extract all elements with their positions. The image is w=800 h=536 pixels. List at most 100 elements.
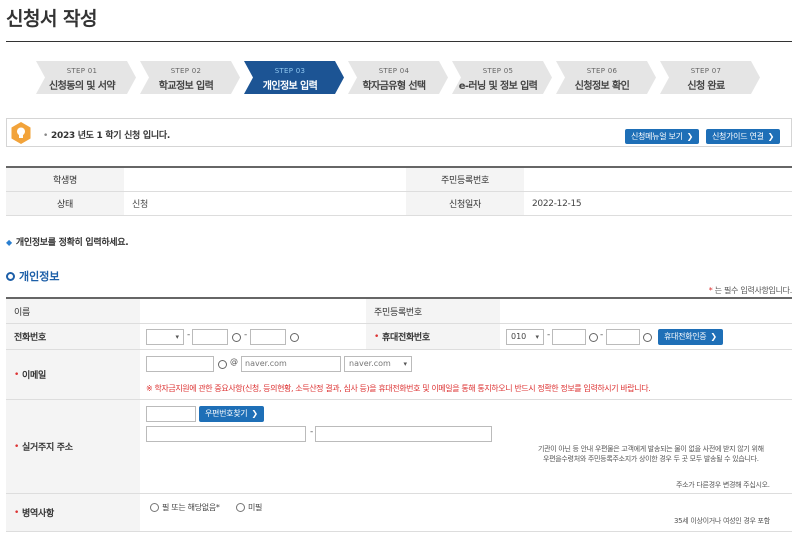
form-row-email: • 이메일 @ naver.com naver.com ▾ ※ 학자금지원에 관한 … [6, 350, 792, 400]
form-rrn-label: 주민등록번호 [366, 299, 500, 323]
rrn-label: 주민등록번호 [406, 168, 524, 191]
email-label: • 이메일 [6, 350, 140, 399]
dash-separator: - [310, 427, 314, 437]
email-domain-input[interactable]: naver.com [241, 356, 341, 372]
form-row-address: • 실거주지 주소 우편번호찾기 ❯ - 기관이 아닌 등 안내 우편물은 고객에게… [6, 400, 792, 494]
chevron-down-icon: ▾ [535, 333, 539, 341]
military-note: 35세 이상이거나 여성인 경우 포함 [674, 517, 770, 525]
mobile-prefix-value: 010 [511, 332, 527, 341]
phone-icon [232, 333, 241, 342]
required-dot: • [14, 369, 20, 380]
step-3-active: STEP 03 개인정보 입력 [244, 61, 344, 94]
email-id-input[interactable] [146, 356, 214, 372]
address-note-2: 우편을수령처와 주민등록주소지가 상이한 경우 두 곳 모두 발송될 수 있습니… [543, 455, 759, 463]
form-row-name: 이름 주민등록번호 [6, 299, 792, 324]
phone-label: 전화번호 [6, 324, 140, 349]
summary-row-1: 학생명 주민등록번호 [6, 168, 792, 192]
required-dot: • [14, 441, 20, 452]
lightbulb-icon [11, 122, 31, 144]
address-detail-input[interactable] [315, 426, 492, 442]
step-number: STEP 02 [170, 67, 202, 75]
required-note-text: 는 필수 입력사항입니다. [714, 286, 793, 295]
manual-view-button-label: 신청메뉴얼 보기 [631, 132, 683, 141]
email-domain-select[interactable]: naver.com ▾ [344, 356, 412, 372]
section-title-text: 개인정보 [19, 270, 60, 283]
chevron-right-icon: ❯ [686, 132, 694, 141]
step-label: 학자금유형 선택 [362, 81, 426, 92]
phone-last-input[interactable] [250, 329, 286, 345]
military-not-done-label: 미필 [248, 503, 263, 512]
dash-separator: - [187, 330, 191, 340]
address-base-input[interactable] [146, 426, 306, 442]
guide-link-button-label: 신청가이드 연결 [712, 132, 764, 141]
status-value: 신청 [132, 200, 148, 210]
apply-date-value: 2022-12-15 [532, 198, 582, 209]
form-row-military: • 병역사항 필 또는 해당없음* 미필 35세 이상이거나 여성인 경우 포함 [6, 494, 792, 532]
zipcode-search-button-label: 우편번호찾기 [205, 409, 248, 418]
chevron-down-icon: ▾ [403, 360, 407, 368]
zipcode-search-button[interactable]: 우편번호찾기 ❯ [199, 406, 264, 422]
form-row-phone: 전화번호 ▾ - - • 휴대전화번호 010 ▾ - - 휴대전화인증 ❯ [6, 324, 792, 350]
mobile-last-input[interactable] [606, 329, 640, 345]
apply-date-label: 신청일자 [406, 192, 524, 215]
step-label: 개인정보 입력 [262, 81, 318, 92]
step-number: STEP 07 [690, 67, 722, 75]
dash-separator: - [600, 330, 604, 340]
required-dot: • [374, 331, 380, 342]
mobile-label: • 휴대전화번호 [366, 324, 500, 349]
step-label: 신청 완료 [687, 81, 725, 92]
student-name-value [124, 168, 406, 191]
instruction-message: 개인정보를 정확히 입력하세요. [15, 238, 129, 248]
mobile-middle-input[interactable] [552, 329, 586, 345]
email-label-text: 이메일 [22, 371, 46, 381]
address-note-1: 기관이 아닌 등 안내 우편물은 고객에게 발송되는 물이 없을 사전에 받지 … [538, 445, 764, 453]
application-summary-table: 학생명 주민등록번호 상태 신청 신청일자 2022-12-15 [6, 166, 792, 216]
chevron-right-icon: ❯ [251, 409, 258, 418]
summary-row-2: 상태 신청 신청일자 2022-12-15 [6, 192, 792, 216]
zipcode-input[interactable] [146, 406, 196, 422]
step-7: STEP 07 신청 완료 [660, 61, 760, 94]
military-label-text: 병역사항 [22, 509, 54, 519]
personal-info-form: 이름 주민등록번호 전화번호 ▾ - - • 휴대전화번호 010 ▾ - - 휴대… [6, 297, 792, 532]
step-number: STEP 04 [378, 67, 410, 75]
instruction-text: ◆ 개인정보를 정확히 입력하세요. [6, 235, 129, 248]
phone-icon [218, 360, 227, 369]
step-label: 신청동의 및 서약 [49, 81, 116, 92]
address-label-text: 실거주지 주소 [22, 443, 73, 453]
semester-notice: • 2023 년도 1 학기 신청 입니다. 신청메뉴얼 보기 ❯ 신청가이드 연결… [6, 118, 792, 147]
guide-link-button[interactable]: 신청가이드 연결 ❯ [706, 129, 781, 144]
dash-separator: - [547, 330, 551, 340]
step-label: 학교정보 입력 [158, 81, 214, 92]
chevron-down-icon: ▾ [175, 333, 179, 341]
address-label: • 실거주지 주소 [6, 400, 140, 493]
phone-middle-input[interactable] [192, 329, 228, 345]
manual-view-button[interactable]: 신청메뉴얼 보기 ❯ [625, 129, 700, 144]
dash-separator: - [244, 330, 248, 340]
section-title: 개인정보 [6, 268, 59, 284]
military-label: • 병역사항 [6, 494, 140, 531]
ring-bullet-icon [6, 272, 15, 281]
diamond-bullet-icon: ◆ [6, 238, 12, 247]
notice-message: 2023 년도 1 학기 신청 입니다. [51, 131, 170, 141]
notice-text: • 2023 년도 1 학기 신청 입니다. [43, 131, 170, 141]
mobile-prefix-select[interactable]: 010 ▾ [506, 329, 544, 345]
email-warning: ※ 학자금지원에 관한 중요사항(신청, 등의현황, 소득산정 결과, 심사 등… [146, 384, 651, 393]
step-2: STEP 02 학교정보 입력 [140, 61, 240, 94]
military-done-radio[interactable] [150, 503, 159, 512]
phone-area-select[interactable]: ▾ [146, 329, 184, 345]
mobile-verify-button[interactable]: 휴대전화인증 ❯ [658, 329, 723, 345]
step-label: e-러닝 및 정보 입력 [458, 81, 538, 92]
phone-icon [290, 333, 299, 342]
status-label: 상태 [6, 192, 124, 215]
military-not-done-radio[interactable] [236, 503, 245, 512]
phone-icon [643, 333, 652, 342]
phone-icon [589, 333, 598, 342]
rrn-value [524, 168, 792, 191]
email-domain-select-value: naver.com [349, 359, 391, 368]
step-4: STEP 04 학자금유형 선택 [348, 61, 448, 94]
step-number: STEP 03 [274, 67, 306, 75]
step-number: STEP 05 [482, 67, 514, 75]
step-progress: STEP 01 신청동의 및 서약 STEP 02 학교정보 입력 STEP 0… [36, 61, 764, 94]
step-label: 신청정보 확인 [574, 81, 630, 92]
chevron-right-icon: ❯ [710, 332, 717, 341]
